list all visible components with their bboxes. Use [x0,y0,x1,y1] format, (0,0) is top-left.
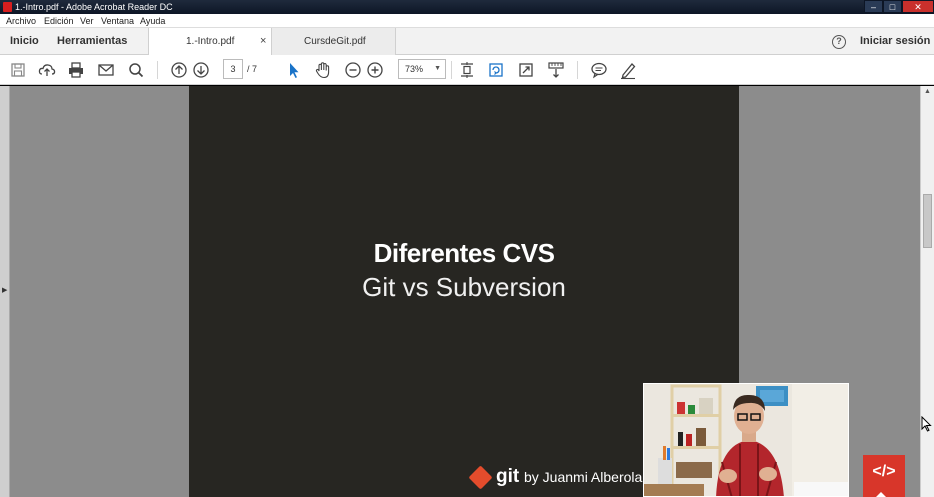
tab-bar: Inicio Herramientas 1.-Intro.pdf × Cursd… [0,28,934,55]
signin-link[interactable]: Iniciar sesión [860,28,930,55]
page-number-input[interactable]: 3 [223,59,243,79]
zoom-value: 73% [405,64,424,74]
toolbar-separator [451,61,452,79]
window-title: 1.-Intro.pdf - Adobe Acrobat Reader DC [15,2,173,12]
tab-close-icon[interactable]: × [260,28,266,55]
menu-archivo[interactable]: Archivo [6,16,36,26]
toolbar-separator [577,61,578,79]
zoom-select[interactable]: 73% ▼ [398,59,446,79]
badge-tail [875,492,887,497]
acrobat-app-icon [3,2,12,12]
tab-intro-label: 1.-Intro.pdf [186,36,235,47]
webcam-video-frame [644,384,848,496]
window-controls: – □ ✕ [864,0,934,14]
upload-icon[interactable] [37,60,57,80]
zoom-out-icon[interactable] [343,60,363,80]
page-up-icon[interactable] [169,60,189,80]
minimize-button[interactable]: – [864,0,883,13]
comment-icon[interactable] [589,60,609,80]
page-down-icon[interactable] [191,60,211,80]
vertical-scrollbar[interactable]: ▲ [920,86,934,497]
tab-cursdegit-pdf[interactable]: CursdeGit.pdf [272,28,396,55]
rotate-icon[interactable] [486,60,506,80]
toolbar [0,55,934,85]
code-brackets-icon: </> [872,463,896,480]
left-panel-toggle[interactable]: ▶ [0,86,10,497]
mail-icon[interactable] [96,60,116,80]
tab-cursdegit-label: CursdeGit.pdf [304,36,366,47]
page-total: / 7 [247,64,258,74]
highlight-pen-icon[interactable] [618,60,638,80]
toolbar-separator [157,61,158,79]
search-icon[interactable] [126,60,146,80]
fit-page-icon[interactable] [457,60,477,80]
window-title-bar: 1.-Intro.pdf - Adobe Acrobat Reader DC –… [0,0,934,14]
select-cursor-icon[interactable] [284,60,304,80]
print-icon[interactable] [66,60,86,80]
menu-ver[interactable]: Ver [80,16,94,26]
help-icon[interactable]: ? [832,35,846,49]
git-logo-icon [468,465,493,490]
presenter-webcam [643,383,849,497]
git-logo-word: git [496,466,520,487]
author-byline: by Juanmi Alberola [524,469,643,485]
slide-title: Diferentes CVS [373,238,555,268]
menu-ayuda[interactable]: Ayuda [140,16,165,26]
save-icon[interactable] [8,60,28,80]
scroll-up-icon[interactable]: ▲ [924,88,931,95]
full-screen-icon[interactable] [516,60,536,80]
maximize-button[interactable]: □ [883,0,902,13]
slide-subtitle: Git vs Subversion [362,272,566,302]
nav-inicio[interactable]: Inicio [10,28,39,55]
nav-herramientas[interactable]: Herramientas [57,28,127,55]
mouse-pointer-icon [921,416,932,432]
scroll-mode-icon[interactable] [546,60,566,80]
hand-tool-icon[interactable] [313,60,333,80]
tab-intro-pdf[interactable]: 1.-Intro.pdf × [148,28,272,55]
chevron-right-icon: ▶ [2,287,8,294]
scroll-thumb[interactable] [923,194,932,248]
close-button[interactable]: ✕ [902,0,934,13]
menu-bar: Archivo Edición Ver Ventana Ayuda [0,14,934,28]
zoom-in-icon[interactable] [365,60,385,80]
menu-ventana[interactable]: Ventana [101,16,134,26]
channel-logo-badge: </> [863,455,905,497]
menu-edicion[interactable]: Edición [44,16,74,26]
chevron-down-icon: ▼ [434,65,441,72]
